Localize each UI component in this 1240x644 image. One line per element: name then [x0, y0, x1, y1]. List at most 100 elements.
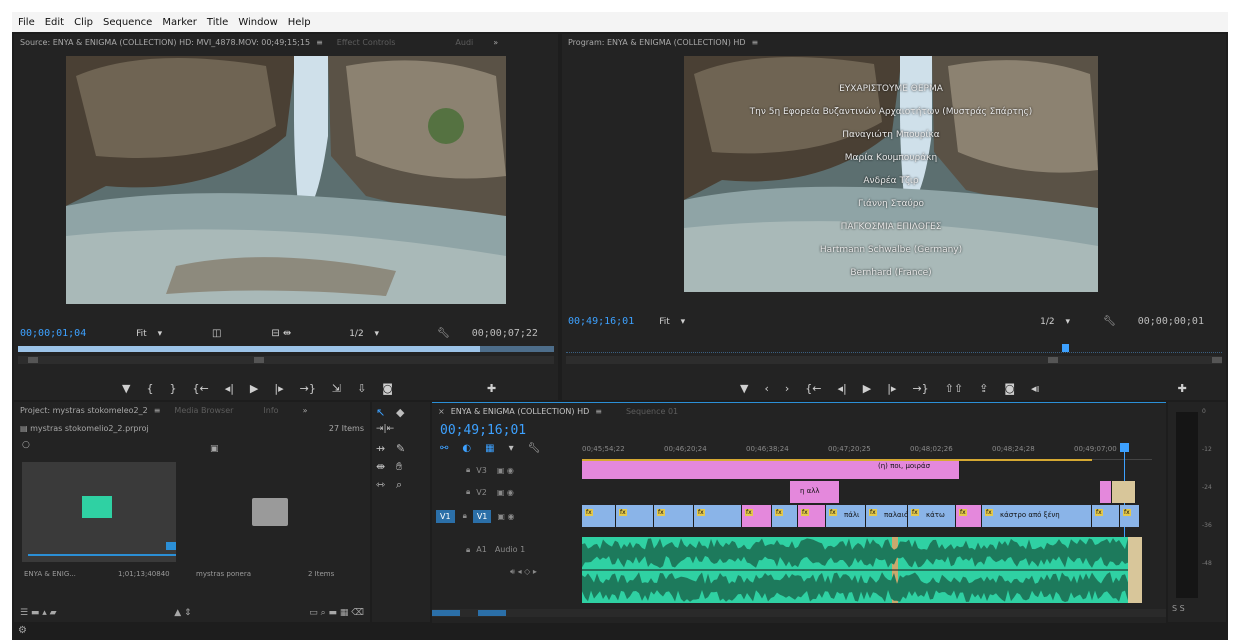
program-timecode[interactable]: 00;49;16;01 [568, 316, 634, 327]
menu-item-title[interactable]: Title [207, 17, 228, 28]
video-clip[interactable]: fx [1092, 505, 1120, 527]
step-forward-icon[interactable]: |▸ [274, 382, 283, 395]
lift-icon[interactable]: ⇧⇧ [945, 382, 963, 395]
go-to-in-icon[interactable]: {← [192, 382, 208, 395]
mark-in-icon[interactable]: { [146, 382, 153, 395]
eye-icon[interactable]: ▣ ◉ [497, 488, 514, 497]
video-clip[interactable]: fx [582, 505, 616, 527]
fit-dropdown[interactable]: Fit ▾ [651, 317, 685, 327]
play-icon[interactable]: ▶ [863, 382, 871, 395]
pen-tool-icon[interactable]: ✎ [396, 442, 405, 455]
menu-item-help[interactable]: Help [288, 17, 311, 28]
time-ruler[interactable]: 00;45;54;22 00;46;20;24 00;46;38;24 00;47;2… [582, 431, 1152, 460]
go-to-out-icon[interactable]: →} [912, 382, 928, 395]
video-clip[interactable]: fx παλαιό [866, 505, 908, 527]
add-marker-icon[interactable]: ▼ [122, 382, 130, 395]
tab-effect-controls[interactable]: Effect Controls [337, 38, 396, 47]
tab-project[interactable]: Project: mystras stokomeleo2_2 [20, 406, 148, 415]
camera-icon[interactable]: ◙ [382, 382, 393, 395]
mark-out-icon[interactable]: › [785, 382, 789, 395]
video-clip[interactable]: fx [1120, 505, 1140, 527]
marker-icon[interactable]: ▾ [509, 443, 514, 454]
zoom-slider[interactable]: ▲ ⇕ [174, 608, 191, 618]
bin-item[interactable] [22, 462, 176, 562]
menu-item-clip[interactable]: Clip [74, 17, 93, 28]
menu-icon[interactable]: ≡ [154, 406, 161, 415]
go-to-in-icon[interactable]: {← [805, 382, 821, 395]
video-clip[interactable]: fx [694, 505, 742, 527]
menu-item-file[interactable]: File [18, 17, 35, 28]
menu-item-edit[interactable]: Edit [45, 17, 64, 28]
settings-wrench-icon[interactable]: 🔧︎ [528, 443, 541, 454]
playhead-marker[interactable] [1062, 344, 1069, 352]
menu-icon[interactable]: ≡ [316, 38, 323, 47]
play-icon[interactable]: ▶ [250, 382, 258, 395]
menu-item-window[interactable]: Window [238, 17, 277, 28]
lock-icon[interactable]: 🔒︎ [466, 465, 470, 475]
resolution-dropdown[interactable]: 1/2 ▾ [1032, 317, 1070, 327]
solo-buttons[interactable]: S S [1172, 604, 1185, 613]
add-marker-icon[interactable]: ▦ [485, 443, 494, 454]
step-back-icon[interactable]: ◂| [838, 382, 847, 395]
bin-item[interactable] [196, 462, 346, 562]
program-zoom-bar[interactable] [566, 356, 1222, 364]
search-icon[interactable]: ○ [22, 440, 30, 450]
video-clip[interactable] [1112, 481, 1136, 503]
source-timecode[interactable]: 00;00;01;04 [20, 328, 86, 339]
wrench-icon[interactable]: 🔧︎ [1103, 316, 1116, 327]
source-patch-v1[interactable]: V1 [436, 509, 455, 523]
title-clip[interactable]: fx [956, 505, 982, 527]
step-back-icon[interactable]: ◂| [225, 382, 234, 395]
insert-icon[interactable]: ⇲ [332, 382, 341, 395]
tab-audio[interactable]: Audi [455, 38, 473, 47]
eye-icon[interactable]: ▣ ◉ [497, 466, 514, 475]
compare-icon[interactable]: ◂ı [1031, 382, 1040, 395]
overflow-icon[interactable]: » [303, 406, 308, 415]
lock-icon[interactable]: 🔒︎ [466, 487, 470, 497]
mark-out-icon[interactable]: } [169, 382, 176, 395]
new-bin-icon[interactable]: ▣ [210, 444, 219, 454]
step-forward-icon[interactable]: |▸ [887, 382, 896, 395]
source-scrubber[interactable] [18, 346, 554, 352]
fit-dropdown[interactable]: Fit ▾ [128, 329, 162, 339]
snap-icon[interactable]: ⚯ [440, 443, 448, 454]
export-frame-icon[interactable]: ⊟ ⇹ [271, 328, 291, 339]
tab-sequence-01[interactable]: Sequence 01 [626, 407, 678, 416]
resolution-dropdown[interactable]: 1/2 ▾ [341, 329, 379, 339]
video-clip[interactable]: fx κάτω [908, 505, 956, 527]
source-zoom-bar[interactable] [18, 356, 554, 364]
tab-program[interactable]: Program: ENYA & ENIGMA (COLLECTION) HD [568, 38, 746, 47]
title-clip[interactable]: fx [798, 505, 826, 527]
program-scrubber[interactable] [566, 344, 1222, 353]
video-clip[interactable]: fx κάστρο από ξένη [982, 505, 1092, 527]
title-clip[interactable]: η αλλ [790, 481, 840, 503]
linked-selection-icon[interactable]: ◐ [462, 443, 471, 454]
tab-sequence[interactable]: ENYA & ENIGMA (COLLECTION) HD [451, 407, 590, 416]
title-clip[interactable] [1100, 481, 1112, 503]
menu-item-marker[interactable]: Marker [162, 17, 197, 28]
timeline-timecode[interactable]: 00;49;16;01 [440, 423, 526, 438]
razor-tool-icon[interactable]: ⇸ [376, 442, 385, 455]
tab-source[interactable]: Source: ENYA & ENIGMA (COLLECTION) HD: M… [20, 38, 310, 47]
playhead-handle[interactable] [1120, 443, 1129, 452]
track-label[interactable]: V1 [472, 509, 492, 523]
ripple-edit-icon[interactable]: ⇥|⇤ [376, 424, 394, 434]
hand-tool-icon[interactable]: ✋︎ [396, 460, 402, 474]
lock-icon[interactable]: 🔒︎ [463, 511, 467, 521]
video-clip[interactable]: fx [654, 505, 694, 527]
menu-icon[interactable]: ≡ [595, 407, 602, 416]
overflow-icon[interactable]: » [493, 38, 498, 47]
keyframe-nav[interactable]: 🔊︎ ◂ ◇ ▸ [510, 567, 537, 577]
timeline-scrollbar[interactable] [432, 609, 1166, 617]
add-button-icon[interactable]: ✚ [1178, 382, 1187, 395]
go-to-out-icon[interactable]: →} [300, 382, 316, 395]
add-button-icon[interactable]: ✚ [487, 382, 496, 395]
mark-in-icon[interactable]: ‹ [764, 382, 768, 395]
list-view-icon[interactable]: ☰ ▬ ▴ ▰ [20, 608, 57, 618]
overwrite-icon[interactable]: ⇩ [357, 382, 366, 395]
add-marker-icon[interactable]: ▼ [740, 382, 748, 395]
selection-tool-icon[interactable]: ↖ [376, 406, 385, 419]
rate-stretch-icon[interactable]: ⇿ [376, 478, 385, 491]
wrench-icon[interactable]: 🔧︎ [437, 328, 450, 339]
tab-media-browser[interactable]: Media Browser [174, 406, 233, 415]
